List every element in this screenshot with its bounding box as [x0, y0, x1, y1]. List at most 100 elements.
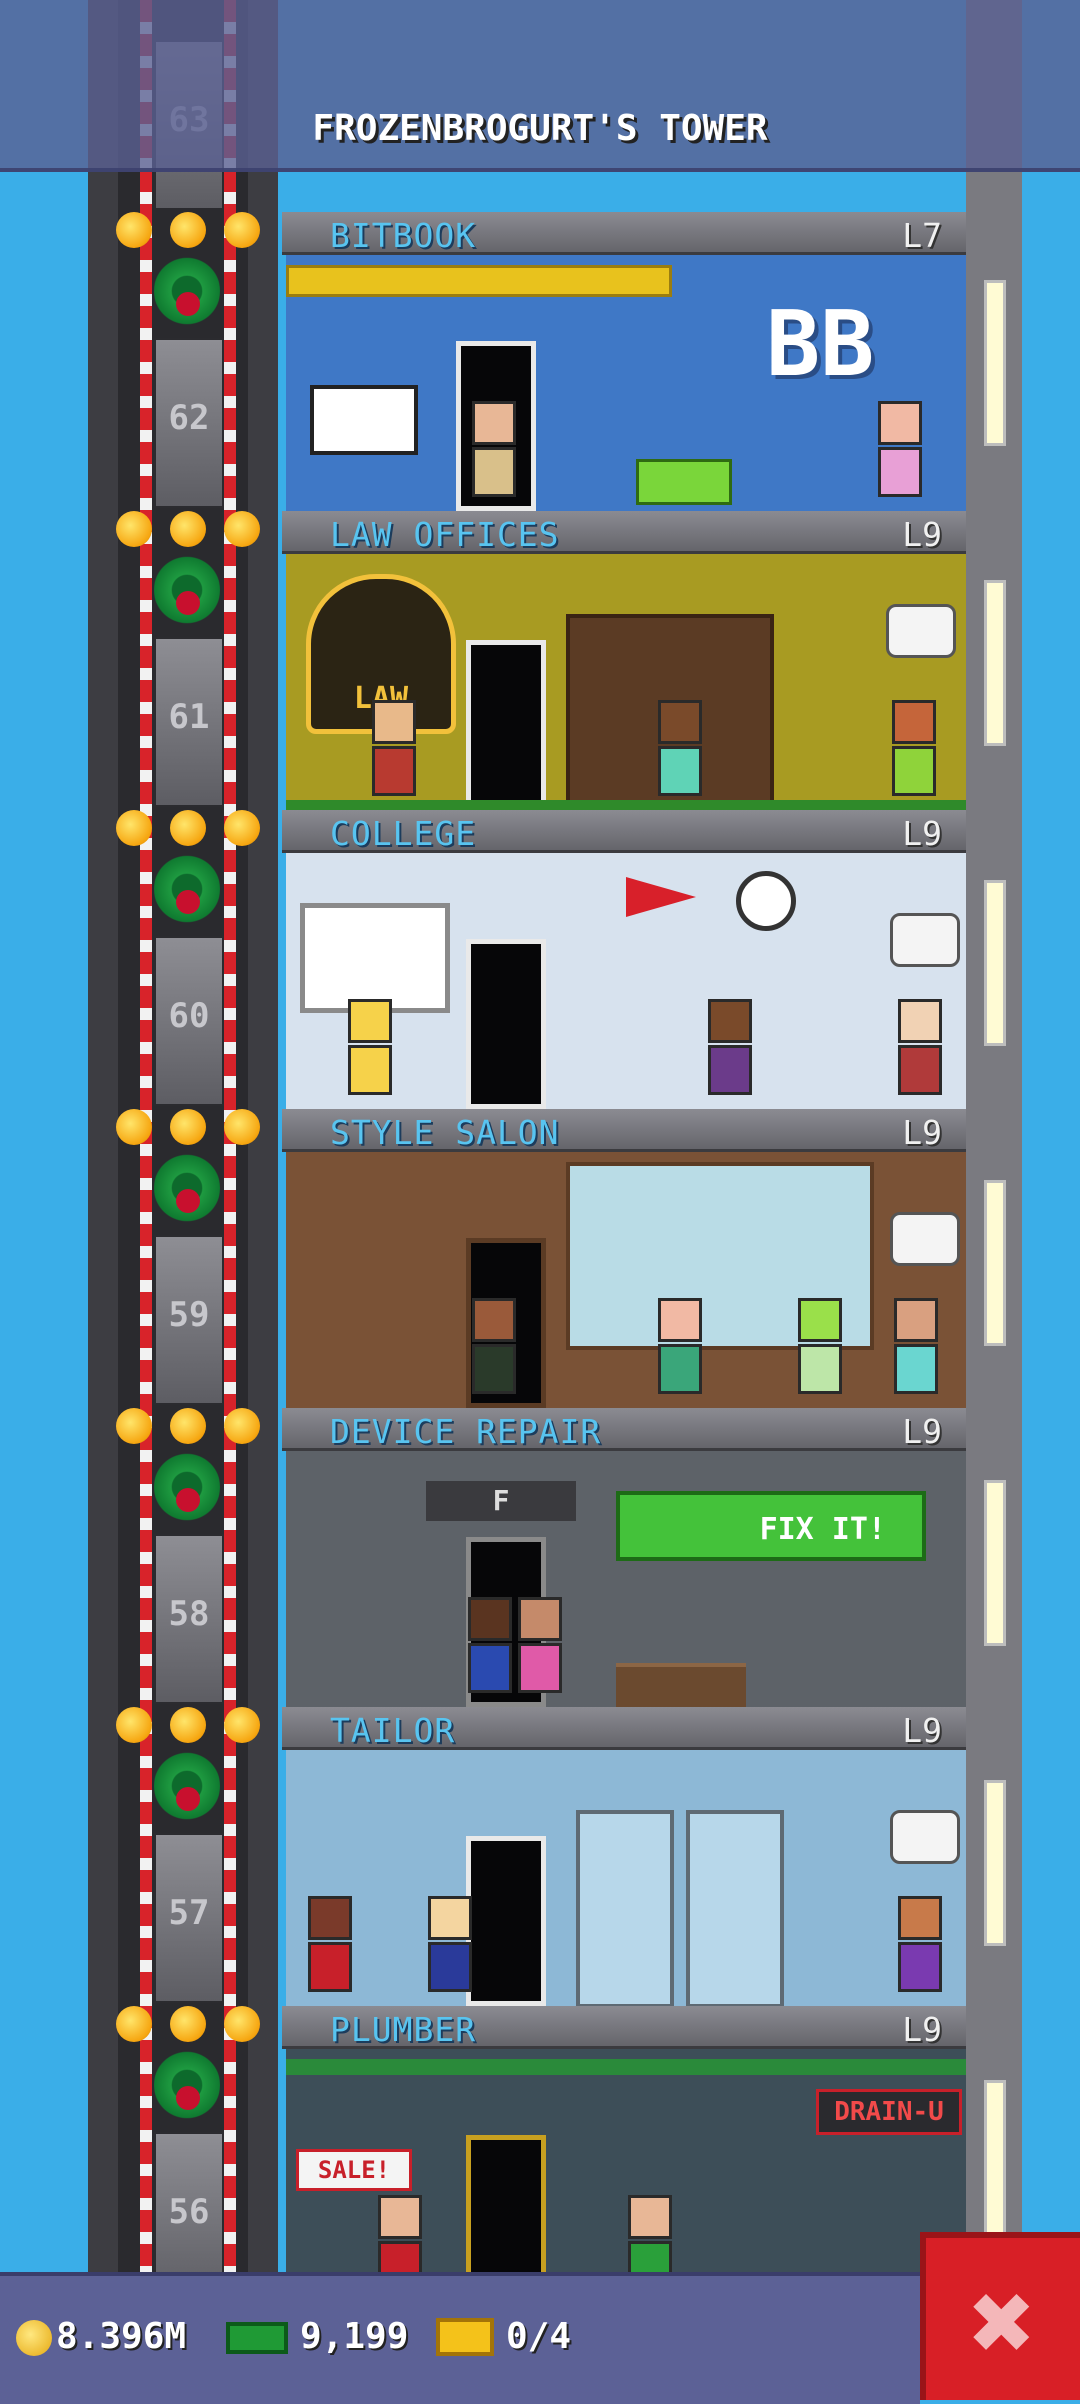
bitizen-character[interactable]	[892, 1298, 940, 1398]
star-icon	[224, 511, 260, 547]
bitizen-character[interactable]	[470, 401, 518, 501]
elevator-car[interactable]: 58	[154, 1534, 224, 1704]
window-light	[984, 1180, 1006, 1346]
floor-room[interactable]	[286, 1152, 966, 1408]
elevator-car[interactable]: 60	[154, 936, 224, 1106]
pennant-flag	[626, 877, 696, 917]
elevator-car[interactable]: 59	[154, 1235, 224, 1405]
star-icon	[116, 212, 152, 248]
wreath-icon	[154, 250, 220, 332]
floor-level: L9	[902, 814, 942, 853]
bitizen-character[interactable]	[370, 700, 418, 800]
floor-name: STYLE SALON	[330, 1113, 560, 1152]
drain-u-sign: DRAIN-U	[816, 2089, 962, 2135]
elevator-floor-number: 60	[168, 996, 210, 1036]
repair-desk	[616, 1663, 746, 1707]
floor-plumber[interactable]: PLUMBER L9 SALE! DRAIN-U	[282, 2006, 966, 2305]
bitizen-character[interactable]	[896, 1896, 944, 1996]
mannequin-display	[686, 1810, 784, 2006]
bitizen-character[interactable]	[656, 700, 704, 800]
floor-room[interactable]: F FIX IT!	[286, 1451, 966, 1707]
floor-level: L9	[902, 2010, 942, 2049]
repair-letter-sign: F	[426, 1481, 576, 1521]
bow-icon	[176, 1189, 200, 1213]
floor-law-offices[interactable]: LAW OFFICES L9 LAW	[282, 511, 966, 810]
star-icon	[170, 1707, 206, 1743]
floor-level: L9	[902, 1711, 942, 1750]
bitizen-character[interactable]	[426, 1896, 474, 1996]
bitizen-character[interactable]	[346, 999, 394, 1099]
bitizen-character[interactable]	[516, 1597, 564, 1697]
coin-count: 8.396M	[56, 2316, 187, 2357]
floor-header: COLLEGE L9	[282, 810, 966, 853]
whiteboard	[300, 903, 450, 1013]
floor-header: DEVICE REPAIR L9	[282, 1408, 966, 1451]
tower-floors: BITBOOK L7 BB LAW OFFICES L9 LAW COLLEGE…	[282, 0, 966, 2305]
bow-icon	[176, 1488, 200, 1512]
floor-college[interactable]: COLLEGE L9	[282, 810, 966, 1109]
close-icon: ✖	[969, 2258, 1037, 2386]
elevator-door[interactable]	[466, 640, 546, 810]
bitizen-character[interactable]	[470, 1298, 518, 1398]
elevator-door[interactable]	[466, 1836, 546, 2006]
floor-carpet	[286, 800, 966, 810]
floor-room[interactable]	[286, 1750, 966, 2006]
bitizen-character[interactable]	[656, 1298, 704, 1398]
wreath-decoration	[116, 1408, 260, 1538]
elevator-car[interactable]: 62	[154, 338, 224, 508]
close-button[interactable]: ✖	[920, 2232, 1080, 2400]
speech-bubble[interactable]	[890, 1212, 960, 1266]
tower-title[interactable]: FROZENBROGURT'S TOWER	[0, 108, 1080, 149]
star-icon	[170, 212, 206, 248]
floor-name: DEVICE REPAIR	[330, 1412, 602, 1451]
wreath-icon	[154, 2044, 220, 2126]
wreath-decoration	[116, 2006, 260, 2136]
floor-device-repair[interactable]: DEVICE REPAIR L9 F FIX IT!	[282, 1408, 966, 1707]
bitizen-character[interactable]	[890, 700, 938, 800]
bitizen-character[interactable]	[876, 401, 924, 501]
floor-tailor[interactable]: TAILOR L9	[282, 1707, 966, 2006]
window-light	[984, 2080, 1006, 2246]
star-icon	[170, 2006, 206, 2042]
elevator-floor-number: 59	[168, 1295, 210, 1335]
floor-room[interactable]: LAW	[286, 554, 966, 810]
floor-name: TAILOR	[330, 1711, 456, 1750]
computer-monitor	[310, 385, 418, 455]
elevator-door[interactable]	[466, 939, 546, 1109]
floor-room[interactable]	[286, 853, 966, 1109]
mannequin-display	[576, 1810, 674, 2006]
elevator-floor-number: 62	[168, 398, 210, 438]
bitizen-character[interactable]	[466, 1597, 514, 1697]
star-icon	[116, 511, 152, 547]
tower-outer-wall	[966, 0, 1022, 2272]
bow-icon	[176, 292, 200, 316]
bitizen-character[interactable]	[306, 1896, 354, 1996]
star-icon	[224, 212, 260, 248]
floor-room[interactable]: SALE! DRAIN-U	[286, 2049, 966, 2305]
star-icon	[170, 511, 206, 547]
floor-room[interactable]: BB	[286, 255, 966, 511]
wreath-icon	[154, 1745, 220, 1827]
golden-ticket-icon	[436, 2318, 494, 2356]
elevator-car[interactable]: 57	[154, 1833, 224, 2003]
wreath-icon	[154, 549, 220, 631]
window-light	[984, 1780, 1006, 1946]
star-icon	[224, 2006, 260, 2042]
floor-bitbook[interactable]: BITBOOK L7 BB	[282, 212, 966, 511]
coin-icon	[16, 2320, 52, 2356]
elevator-car[interactable]: 61	[154, 637, 224, 807]
speech-bubble[interactable]	[886, 604, 956, 658]
bitizen-character[interactable]	[896, 999, 944, 1099]
window-light	[984, 580, 1006, 746]
wreath-decoration	[116, 1109, 260, 1239]
floor-style-salon[interactable]: STYLE SALON L9	[282, 1109, 966, 1408]
wreath-icon	[154, 1446, 220, 1528]
speech-bubble[interactable]	[890, 1810, 960, 1864]
tower-title-banner: FROZENBROGURT'S TOWER	[0, 0, 1080, 172]
star-icon	[116, 1408, 152, 1444]
bitizen-character[interactable]	[796, 1298, 844, 1398]
speech-bubble[interactable]	[890, 913, 960, 967]
bitizen-character[interactable]	[706, 999, 754, 1099]
wreath-decoration	[116, 810, 260, 940]
star-icon	[116, 2006, 152, 2042]
